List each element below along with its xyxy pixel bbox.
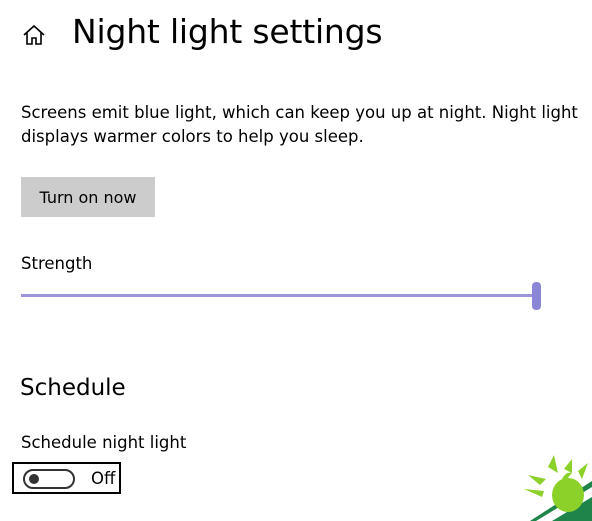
toggle-state-label: Off [91,469,116,488]
page-title: Night light settings [72,12,383,51]
strength-slider-track[interactable] [21,294,537,297]
strength-slider[interactable] [21,280,541,314]
schedule-night-light-toggle[interactable]: Off [12,462,121,494]
strength-label: Strength [21,254,93,273]
turn-on-now-button[interactable]: Turn on now [21,177,155,217]
schedule-heading: Schedule [20,375,126,401]
home-icon[interactable] [22,24,46,46]
schedule-night-light-label: Schedule night light [21,433,187,452]
strength-slider-thumb[interactable] [532,282,541,310]
description-text: Screens emit blue light, which can keep … [21,103,578,146]
watermark-logo-icon [524,455,592,521]
toggle-switch[interactable] [23,469,75,489]
toggle-knob [29,474,39,484]
